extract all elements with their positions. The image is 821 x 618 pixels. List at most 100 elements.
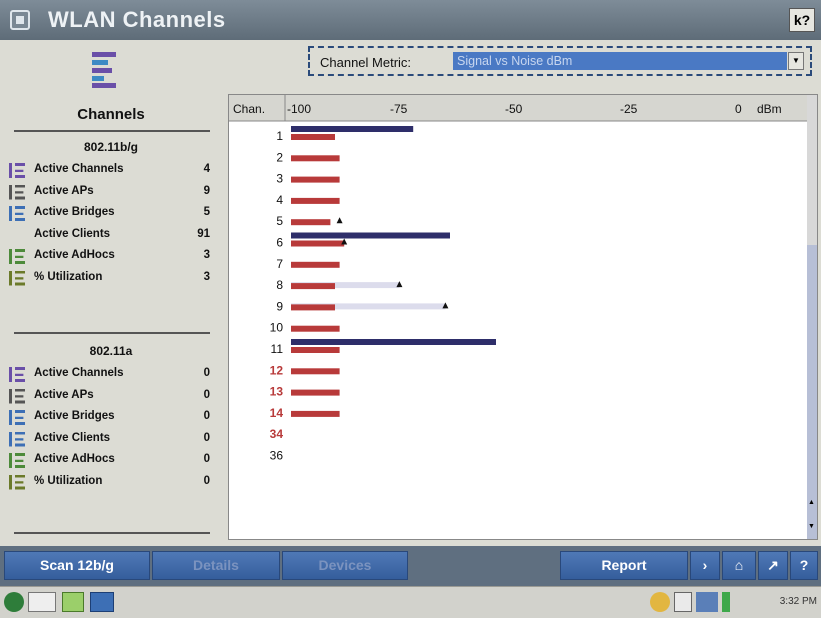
- clock: 3:32 PM: [779, 596, 817, 607]
- devices-button[interactable]: Devices: [282, 551, 408, 580]
- channel-label: 4: [276, 193, 283, 207]
- scroll-up-icon[interactable]: ▲: [808, 499, 815, 506]
- clipboard-icon[interactable]: [674, 592, 692, 612]
- stat-row: Active Channels 4: [0, 162, 222, 180]
- channel-label: 5: [276, 214, 283, 228]
- report-button[interactable]: Report: [560, 551, 688, 580]
- noise-bar: [291, 368, 340, 375]
- sidebar-heading: Channels: [77, 106, 145, 123]
- bridge-icon: [9, 206, 25, 221]
- stat-value: 91: [197, 227, 210, 240]
- channel-label: 12: [270, 363, 284, 377]
- channel-label: 11: [271, 342, 284, 356]
- unit-label: dBm: [757, 102, 782, 116]
- window-title: WLAN Channels: [48, 7, 226, 32]
- ap-icon: [9, 388, 25, 404]
- signal-bar: [291, 126, 414, 132]
- channel-chart-svg: Chan. -100 -75 -50 -25 0 dBm123456789101112131…: [229, 95, 807, 463]
- title-bar: WLAN Channels k?: [0, 0, 821, 40]
- stat-row: Active APs 9: [0, 184, 222, 202]
- channel-metric-control: Channel Metric: Signal vs Noise dBm ▼: [308, 46, 812, 76]
- noise-bar: [291, 219, 331, 226]
- speaker-icon[interactable]: [696, 592, 718, 612]
- stat-value: 3: [203, 270, 210, 283]
- divider: [14, 332, 210, 334]
- stat-row: Active Channels 0: [0, 366, 222, 384]
- stat-row: Active Bridges 0: [0, 409, 222, 427]
- start-icon[interactable]: [4, 592, 24, 612]
- clients-icon: [9, 431, 25, 447]
- stat-label: Active AdHocs: [34, 453, 115, 465]
- stat-label: Active AdHocs: [34, 249, 115, 261]
- stat-value: 0: [203, 388, 210, 401]
- group-title: 802.11a: [89, 344, 133, 358]
- stat-label: Active Channels: [34, 163, 124, 175]
- taskbar: 3:32 PM: [0, 586, 821, 618]
- channel-label: 2: [276, 150, 283, 164]
- help-icon[interactable]: ?: [790, 551, 818, 580]
- stat-value: 0: [203, 410, 210, 422]
- channel-label: 6: [276, 236, 283, 250]
- channel-metric-label: Channel Metric:: [320, 55, 412, 70]
- channel-metric-select[interactable]: Signal vs Noise dBm: [453, 52, 787, 70]
- group-title: 802.11b/g: [83, 140, 139, 154]
- chart-header-label: Chan.: [233, 102, 265, 116]
- x-tick-label: -75: [390, 102, 408, 116]
- stat-value: 0: [203, 453, 210, 465]
- stat-label: % Utilization: [34, 474, 103, 487]
- details-button[interactable]: Details: [152, 551, 280, 580]
- stat-value: 4: [203, 163, 210, 175]
- marker-triangle: [336, 217, 343, 224]
- channel-label: 34: [270, 427, 284, 441]
- ap-icon: [9, 184, 25, 200]
- stat-value: 0: [203, 431, 210, 444]
- keyboard-icon[interactable]: [28, 592, 56, 612]
- chevron-down-icon[interactable]: ▼: [788, 52, 804, 70]
- app-icon[interactable]: [62, 592, 84, 612]
- noise-bar: [291, 304, 335, 311]
- stat-value: 3: [203, 249, 210, 261]
- arrow-right-icon[interactable]: ›: [690, 551, 720, 580]
- channels-icon: [9, 163, 25, 178]
- stat-row: Active Bridges 5: [0, 205, 222, 223]
- divider: [14, 130, 210, 132]
- stat-value: 5: [203, 206, 210, 218]
- sidebar: Channels 802.11b/g Active Channels 4 Active…: [0, 40, 222, 545]
- channel-label: 36: [270, 449, 284, 463]
- channel-label: 1: [276, 129, 283, 143]
- adhoc-icon: [9, 453, 25, 468]
- signal-bar: [291, 232, 450, 239]
- stat-label: Active APs: [34, 184, 94, 197]
- network-icon[interactable]: [650, 592, 670, 612]
- scan-button[interactable]: Scan 12b/g: [4, 551, 150, 580]
- scroll-down-icon[interactable]: ▼: [808, 523, 815, 530]
- stat-value: 0: [203, 474, 210, 487]
- help-button[interactable]: k?: [789, 8, 815, 32]
- wrench-icon[interactable]: ↗: [758, 551, 788, 580]
- noise-bar: [291, 240, 345, 247]
- noise-bar: [291, 325, 340, 332]
- signal-bar: [291, 339, 496, 345]
- window-switch-icon[interactable]: [90, 592, 114, 612]
- channel-label: 14: [270, 406, 284, 420]
- noise-bar: [291, 283, 335, 290]
- noise-bar: [291, 155, 340, 162]
- noise-bar: [291, 197, 340, 204]
- stat-label: Active Clients: [34, 227, 111, 240]
- button-bar: Scan 12b/g Details Devices Report › ⌂ ↗ …: [0, 546, 821, 586]
- noise-bar: [291, 261, 340, 268]
- stat-label: Active Bridges: [34, 206, 115, 218]
- stat-row: Active Clients 0: [0, 431, 222, 449]
- stat-row: Active AdHocs 3: [0, 248, 222, 266]
- scrollbar-thumb[interactable]: [807, 95, 817, 245]
- x-tick-label: 0: [735, 102, 742, 116]
- channels-logo-icon: [92, 52, 116, 88]
- home-icon[interactable]: ⌂: [722, 551, 756, 580]
- window-icon[interactable]: [10, 10, 30, 30]
- x-tick-label: -100: [287, 102, 311, 116]
- stat-label: Active APs: [34, 388, 94, 401]
- battery-icon: [722, 592, 730, 612]
- channel-label: 3: [276, 172, 283, 186]
- stat-label: Active Channels: [34, 367, 124, 379]
- vertical-scrollbar[interactable]: ▲ ▼: [807, 95, 817, 539]
